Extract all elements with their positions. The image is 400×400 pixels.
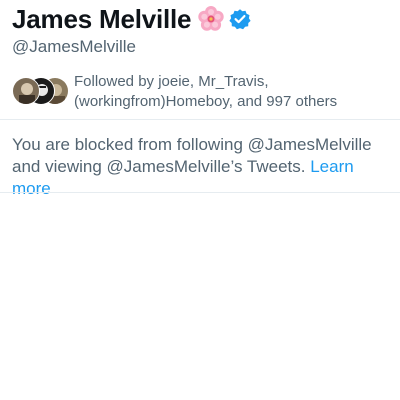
avatar[interactable] xyxy=(12,77,40,105)
name-row: James Melville xyxy=(12,2,251,36)
followed-by-text[interactable]: Followed by joeie, Mr_Travis, (workingfr… xyxy=(74,72,354,112)
divider xyxy=(0,192,400,193)
profile-handle: @JamesMelville xyxy=(12,37,137,56)
follower-avatars[interactable] xyxy=(12,77,70,107)
followers-you-know[interactable]: Followed by joeie, Mr_Travis, (workingfr… xyxy=(12,72,354,112)
divider xyxy=(0,119,400,120)
flower-icon xyxy=(198,6,225,32)
profile-page: James Melville @JamesMelville Followed b… xyxy=(0,0,400,400)
verified-badge-icon[interactable] xyxy=(229,8,251,30)
blocked-notice: You are blocked from following @JamesMel… xyxy=(12,134,392,200)
display-name: James Melville xyxy=(12,3,192,34)
